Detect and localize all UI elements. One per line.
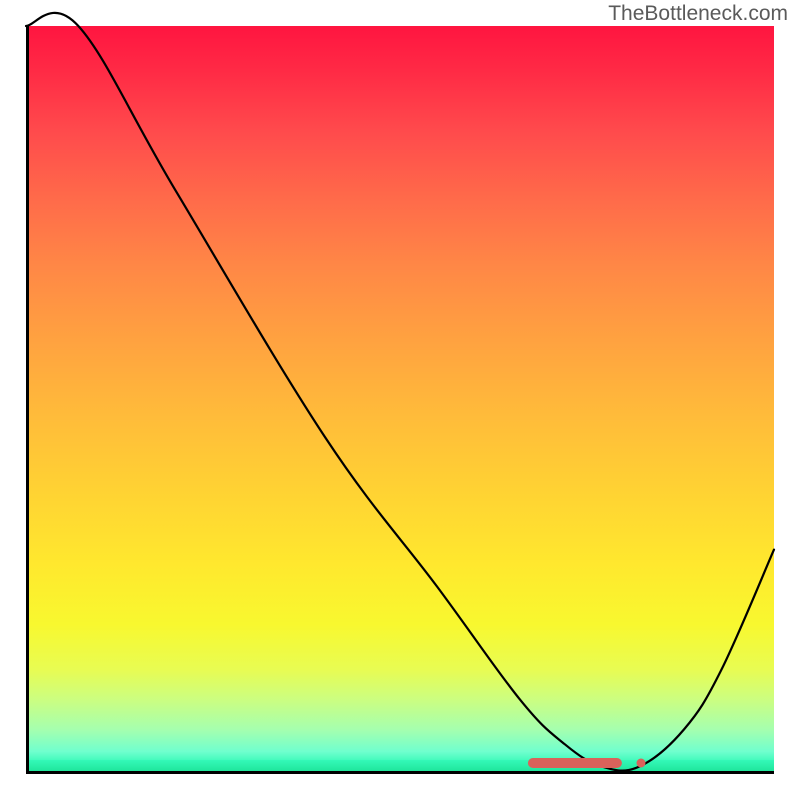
x-axis [26, 771, 774, 774]
chart-plot-area [26, 26, 774, 774]
chart-axes [26, 26, 774, 774]
watermark-text: TheBottleneck.com [608, 2, 788, 26]
optimum-end-dot [637, 759, 646, 768]
y-axis [26, 26, 29, 774]
optimum-cluster [528, 758, 622, 768]
